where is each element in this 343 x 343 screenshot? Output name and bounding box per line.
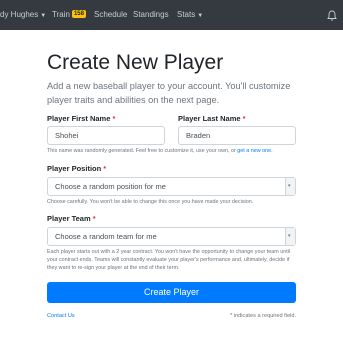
nav-item-stats[interactable]: Stats ▼ bbox=[177, 0, 203, 30]
bell-icon[interactable] bbox=[327, 10, 337, 21]
chevron-down-icon: ▾ bbox=[288, 183, 291, 189]
select-arrow: ▾ bbox=[285, 178, 295, 195]
nav-item-train[interactable]: Train 158 bbox=[52, 0, 86, 30]
position-help-text: Choose carefully. You won't be able to c… bbox=[47, 199, 254, 205]
last-name-label-text: Player Last Name bbox=[178, 114, 241, 123]
new-name-link[interactable]: get a new one. bbox=[237, 148, 272, 154]
nav-schedule-label: Schedule bbox=[94, 10, 128, 19]
user-menu[interactable]: dy Hughes ▼ bbox=[0, 0, 46, 30]
position-selected-value: Choose a random position for me bbox=[55, 182, 166, 191]
chevron-down-icon: ▾ bbox=[288, 233, 291, 239]
team-select[interactable]: Choose a random team for me ▾ bbox=[47, 227, 296, 246]
nav-train-label: Train bbox=[52, 10, 70, 19]
required-mark: * bbox=[92, 214, 96, 223]
chevron-down-icon: ▼ bbox=[197, 13, 204, 19]
page-lead: Add a new baseball player to your accoun… bbox=[47, 81, 291, 105]
position-label-text: Player Position bbox=[47, 164, 102, 173]
required-mark: * bbox=[112, 114, 116, 123]
chevron-down-icon: ▼ bbox=[40, 13, 47, 19]
contact-us-link[interactable]: Contact Us bbox=[47, 312, 75, 320]
user-menu-label: dy Hughes bbox=[0, 10, 39, 19]
position-label: Player Position * bbox=[47, 164, 106, 174]
team-label: Player Team * bbox=[47, 214, 96, 224]
last-name-field[interactable]: Braden bbox=[178, 126, 296, 145]
required-mark: * bbox=[242, 114, 246, 123]
first-name-label-text: Player First Name bbox=[47, 114, 111, 123]
first-name-field[interactable]: Shohei bbox=[47, 126, 165, 145]
position-select[interactable]: Choose a random position for me ▾ bbox=[47, 177, 296, 196]
team-selected-value: Choose a random team for me bbox=[55, 232, 157, 241]
select-arrow: ▾ bbox=[285, 228, 295, 245]
first-name-label: Player First Name * bbox=[47, 114, 115, 124]
name-help-text: This name was randomly generated. Feel f… bbox=[47, 147, 307, 155]
create-player-button[interactable]: Create Player bbox=[47, 282, 296, 303]
last-name-label: Player Last Name * bbox=[178, 114, 246, 124]
page-title: Create New Player bbox=[47, 51, 224, 74]
train-badge: 158 bbox=[71, 9, 86, 18]
team-label-text: Player Team bbox=[47, 214, 91, 223]
nav-item-schedule[interactable]: Schedule bbox=[94, 0, 127, 30]
nav-standings-label: Standings bbox=[133, 10, 169, 19]
required-note: * indicates a required field. bbox=[230, 313, 296, 319]
team-help-text: Each player starts out with a 2 year con… bbox=[47, 249, 291, 271]
name-help-message: This name was randomly generated. Feel f… bbox=[47, 148, 236, 154]
top-navbar: dy Hughes ▼ Train 158 Schedule Standings S… bbox=[0, 0, 343, 30]
nav-stats-label: Stats bbox=[177, 10, 196, 19]
nav-item-standings[interactable]: Standings bbox=[133, 0, 169, 30]
required-mark: * bbox=[103, 164, 107, 173]
